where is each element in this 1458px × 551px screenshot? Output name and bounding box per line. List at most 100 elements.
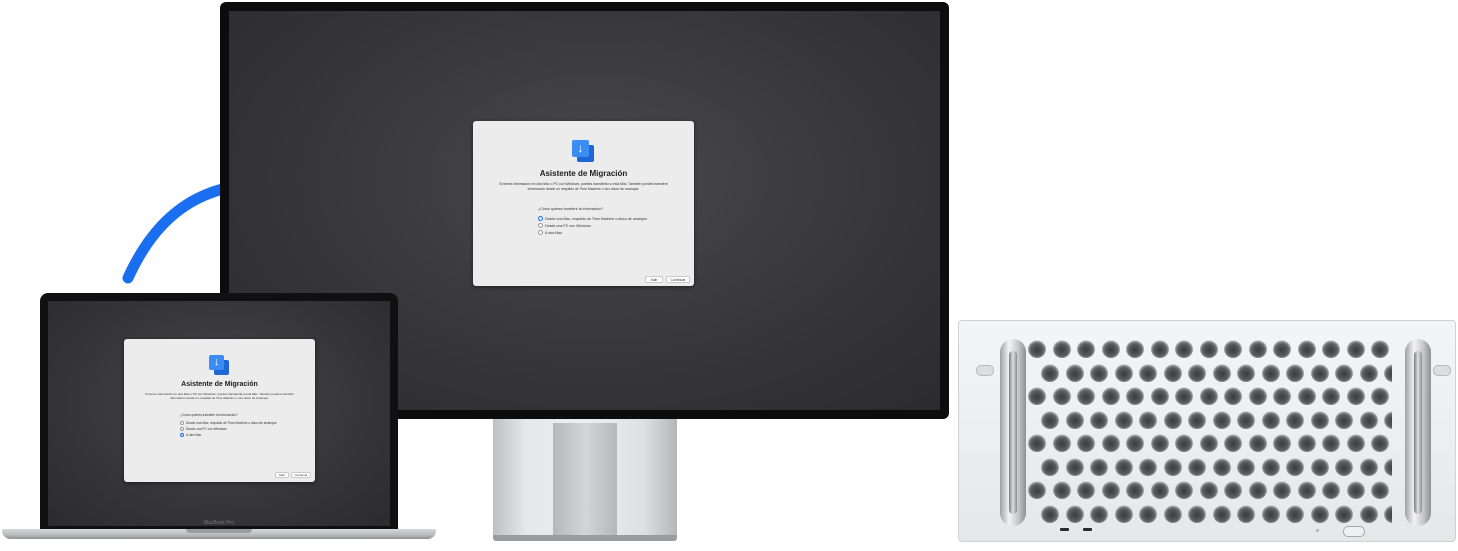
- option-to-mac[interactable]: A otra Mac: [538, 230, 562, 235]
- grille-hole: [1065, 504, 1084, 523]
- grille-hole: [1346, 340, 1365, 358]
- grille-hole: [1212, 363, 1231, 382]
- option-from-mac[interactable]: Desde una Mac, respaldo de Time Machine …: [180, 421, 277, 425]
- grille-hole: [1077, 434, 1095, 452]
- grille-hole: [1286, 410, 1304, 429]
- grille-hole: [1310, 363, 1329, 382]
- grille-hole: [1224, 481, 1242, 499]
- grille-hole: [1261, 504, 1280, 523]
- grille-hole: [1371, 340, 1389, 358]
- grille-hole: [1286, 363, 1304, 382]
- grille-hole: [1297, 434, 1316, 452]
- dialog-description: Si tienes información en otra Mac o PC c…: [499, 182, 668, 191]
- quit-button[interactable]: Salir: [645, 276, 663, 283]
- grille-hole: [1114, 504, 1133, 523]
- grille-hole: [1237, 504, 1255, 523]
- grille-hole: [1310, 410, 1329, 429]
- power-button[interactable]: [1343, 526, 1365, 537]
- grille-hole: [1384, 504, 1392, 523]
- grille-hole: [1237, 410, 1255, 429]
- grille-hole: [1114, 457, 1133, 476]
- radio-button[interactable]: [538, 216, 543, 221]
- grille-hole: [1175, 387, 1193, 405]
- grille-hole: [1175, 434, 1193, 452]
- grille-hole: [1199, 340, 1218, 358]
- grille-hole: [1273, 434, 1291, 452]
- grille-hole: [1052, 481, 1071, 499]
- radio-button[interactable]: [538, 223, 543, 228]
- grille-hole: [1163, 457, 1182, 476]
- grille-hole: [1335, 410, 1353, 429]
- grille-hole: [1150, 387, 1169, 405]
- grille-hole: [1065, 410, 1084, 429]
- grille-hole: [1077, 481, 1095, 499]
- grille-hole: [1237, 457, 1255, 476]
- grille-hole: [1335, 504, 1353, 523]
- grille-hole: [1248, 340, 1267, 358]
- grille-hole: [1237, 363, 1255, 382]
- option-from-mac[interactable]: Desde una Mac, respaldo de Time Machine …: [538, 216, 647, 221]
- grille-hole: [1248, 434, 1267, 452]
- grille-hole: [1371, 481, 1389, 499]
- status-light: [1316, 529, 1319, 532]
- radio-button[interactable]: [180, 433, 184, 437]
- migration-assistant-icon: ↓: [572, 139, 596, 163]
- grille-hole: [1077, 387, 1095, 405]
- grille-hole: [1188, 457, 1206, 476]
- dialog-description: Si tienes información en otra Mac o PC c…: [144, 392, 294, 401]
- continue-button[interactable]: Continuar: [291, 472, 311, 478]
- grille-hole: [1297, 481, 1316, 499]
- grille-hole: [1199, 481, 1218, 499]
- grille-hole: [1322, 481, 1340, 499]
- radio-button[interactable]: [538, 230, 543, 235]
- grille-hole: [1028, 387, 1046, 405]
- quit-button[interactable]: Salir: [275, 472, 289, 478]
- grille-hole: [1199, 434, 1218, 452]
- grille-hole: [1224, 340, 1242, 358]
- grille-hole: [1273, 340, 1291, 358]
- grille-hole: [1335, 457, 1353, 476]
- migration-dialog-display: ↓ Asistente de Migración Si tienes infor…: [473, 121, 694, 286]
- grille-hole: [1248, 387, 1267, 405]
- grille-hole: [1384, 457, 1392, 476]
- dialog-question: ¿Cómo quieres transferir la información?: [180, 413, 238, 417]
- grille-hole: [1101, 481, 1120, 499]
- grille-hole: [1261, 457, 1280, 476]
- option-from-pc[interactable]: Desde una PC con Windows: [180, 427, 227, 431]
- grille-hole: [1310, 504, 1329, 523]
- grille-hole: [1163, 504, 1182, 523]
- grille-hole: [1224, 434, 1242, 452]
- grille-hole: [1188, 363, 1206, 382]
- continue-button[interactable]: Continuar: [666, 276, 690, 283]
- grille-hole: [1028, 340, 1046, 358]
- rack-handle-left: [1000, 339, 1026, 526]
- option-from-pc[interactable]: Desde una PC con Windows: [538, 223, 591, 228]
- grille-hole: [1065, 363, 1084, 382]
- grille-hole: [1041, 363, 1059, 382]
- rack-ear-left: [976, 365, 994, 376]
- grille-hole: [1150, 434, 1169, 452]
- grille-hole: [1126, 387, 1144, 405]
- grille-hole: [1359, 363, 1378, 382]
- grille-hole: [1090, 410, 1108, 429]
- grille-hole: [1090, 363, 1108, 382]
- grille-hole: [1126, 340, 1144, 358]
- radio-button[interactable]: [180, 427, 184, 431]
- dialog-title: Asistente de Migración: [539, 169, 628, 178]
- grille-hole: [1065, 457, 1084, 476]
- grille-hole: [1114, 410, 1133, 429]
- grille-hole: [1163, 410, 1182, 429]
- grille-hole: [1077, 340, 1095, 358]
- grille-hole: [1212, 457, 1231, 476]
- option-to-mac[interactable]: A otra Mac: [180, 433, 201, 437]
- grille-hole: [1041, 504, 1059, 523]
- grille-hole: [1261, 410, 1280, 429]
- grille-hole: [1175, 340, 1193, 358]
- grille-hole: [1175, 481, 1193, 499]
- display-stand-base: [493, 535, 677, 541]
- radio-button[interactable]: [180, 421, 184, 425]
- grille-hole: [1126, 481, 1144, 499]
- grille-hole: [1322, 387, 1340, 405]
- rack-ear-right: [1433, 365, 1451, 376]
- grille-hole: [1028, 434, 1046, 452]
